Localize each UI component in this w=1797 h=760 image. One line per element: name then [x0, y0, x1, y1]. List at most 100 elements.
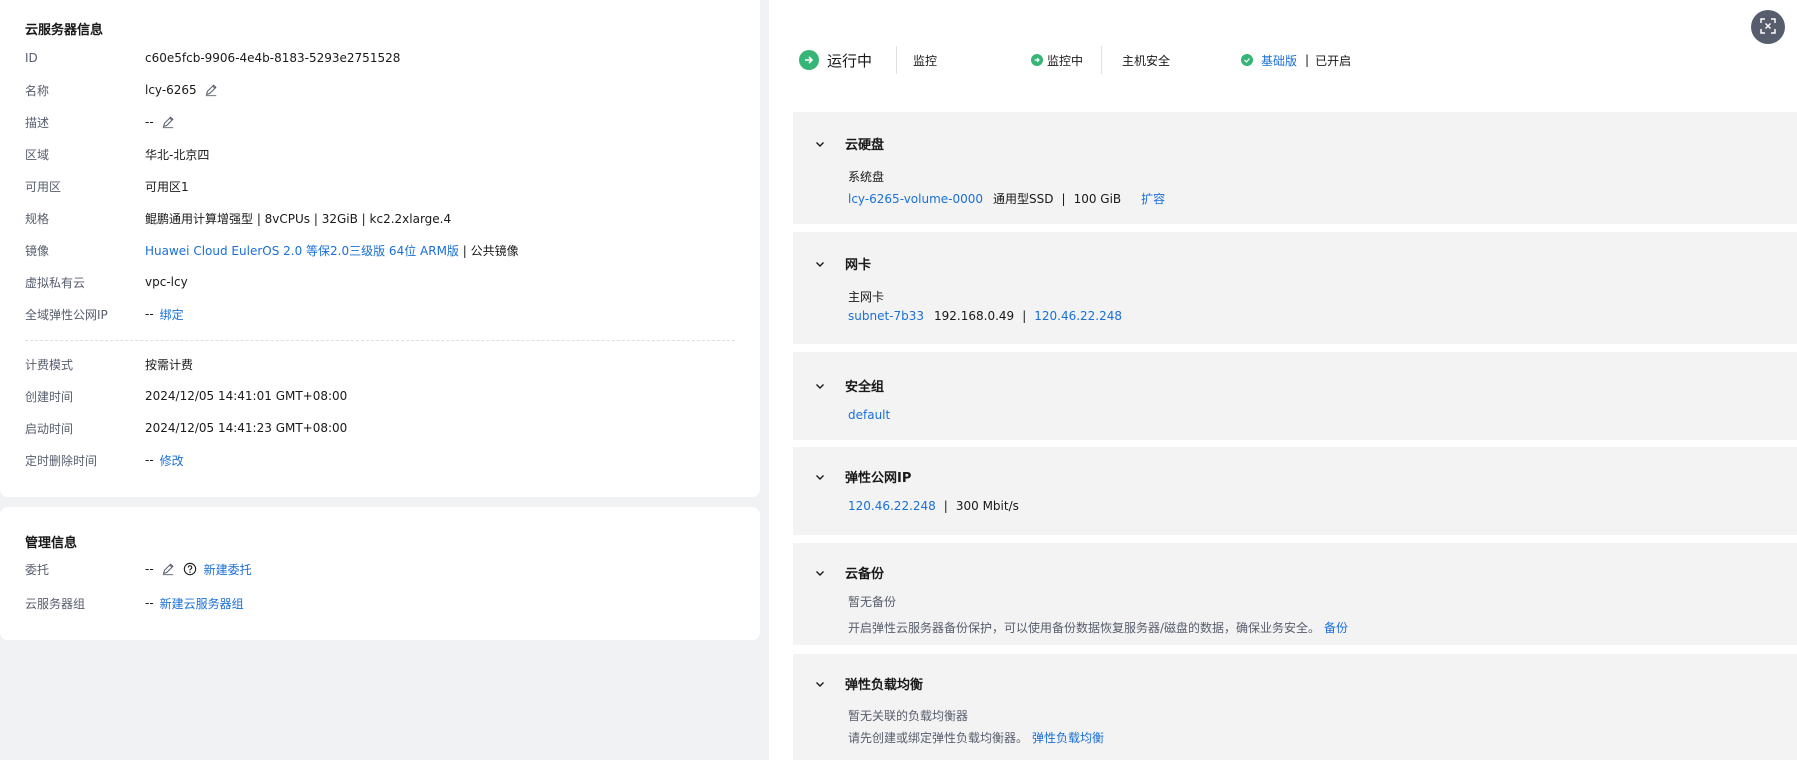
info-row-server-group: 云服务器组 -- 新建云服务器组 [25, 593, 244, 613]
pipe-separator: | [1305, 53, 1310, 67]
public-ip-link[interactable]: 120.46.22.248 [1034, 309, 1122, 323]
fullscreen-button[interactable] [1751, 10, 1785, 44]
backup-link[interactable]: 备份 [1324, 619, 1348, 636]
disk-type: 通用型SSD [993, 192, 1054, 206]
image-suffix: | 公共镜像 [458, 243, 519, 258]
row-label: 计费模式 [25, 357, 74, 372]
server-info-card: 云服务器信息 ID c60e5fcb-9906-4e4b-8183-5293e2… [0, 0, 760, 497]
info-row-vpc: 虚拟私有云 vpc-lcy [25, 272, 188, 292]
host-security-state: 已开启 [1315, 53, 1352, 68]
info-row-global-eip: 全域弹性公网IP -- 绑定 [25, 304, 184, 324]
section-title: 弹性公网IP [845, 471, 912, 486]
row-label: 全域弹性公网IP [25, 307, 108, 322]
host-security-edition-link[interactable]: 基础版 [1261, 52, 1297, 69]
row-label: 镜像 [25, 243, 50, 258]
info-row-id: ID c60e5fcb-9906-4e4b-8183-5293e2751528 [25, 48, 400, 68]
server-info-title: 云服务器信息 [25, 23, 104, 38]
nic-sub: 主网卡 [848, 290, 885, 304]
running-icon [799, 50, 819, 70]
info-row-desc: 描述 -- [25, 112, 176, 132]
divider [896, 46, 898, 74]
desc-wrap: -- [145, 114, 176, 130]
chevron-down-icon[interactable] [813, 257, 827, 271]
host-security-label: 主机安全 [1122, 53, 1171, 68]
delegate-value: -- [145, 562, 154, 576]
section-header[interactable]: 云备份 [813, 563, 884, 582]
chevron-down-icon[interactable] [813, 566, 827, 580]
info-row-name: 名称 lcy-6265 [25, 80, 219, 100]
info-row-region: 区域 华北-北京四 [25, 144, 209, 164]
section-header[interactable]: 安全组 [813, 376, 884, 395]
bind-link[interactable]: 绑定 [160, 306, 184, 323]
right-panel: 运行中 监控 监控中 主机安全 基础版 | 已开启 云硬盘 系统盘 lcy-62… [769, 0, 1797, 760]
az-value: 可用区1 [145, 179, 189, 194]
vpc-link[interactable]: vpc-lcy [145, 275, 188, 289]
elb-desc-line: 请先创建或绑定弹性负载均衡器。 弹性负载均衡 [848, 729, 1104, 746]
section-elb: 弹性负载均衡 暂无关联的负载均衡器 请先创建或绑定弹性负载均衡器。 弹性负载均衡 [793, 654, 1797, 760]
row-label: 云服务器组 [25, 596, 86, 611]
chevron-down-icon[interactable] [813, 677, 827, 691]
expand-link[interactable]: 扩容 [1141, 190, 1165, 207]
edit-icon[interactable] [160, 561, 176, 577]
pipe-separator: | [943, 499, 948, 513]
section-nic: 网卡 主网卡 subnet-7b33 192.168.0.49 | 120.46… [793, 232, 1797, 344]
server-name-wrap: lcy-6265 [145, 82, 219, 98]
backup-desc-line: 开启弹性云服务器备份保护，可以使用备份数据恢复服务器/磁盘的数据，确保业务安全。… [848, 619, 1348, 636]
management-title: 管理信息 [25, 536, 78, 551]
status-bar: 运行中 监控 监控中 主机安全 基础版 | 已开启 [799, 45, 1351, 75]
row-label: 启动时间 [25, 421, 74, 436]
server-group-value: -- [145, 596, 154, 610]
section-header[interactable]: 网卡 [813, 254, 871, 273]
elb-none: 暂无关联的负载均衡器 [848, 709, 969, 723]
row-label: 名称 [25, 83, 50, 98]
monitor-label: 监控 [913, 53, 938, 68]
section-header[interactable]: 弹性负载均衡 [813, 674, 923, 693]
info-row-scheduled-delete: 定时删除时间 -- 修改 [25, 450, 184, 470]
pipe-separator: | [1061, 191, 1066, 206]
pipe-separator: | [1022, 309, 1027, 323]
disk-line: lcy-6265-volume-0000 通用型SSD | 100 GiB 扩容 [848, 190, 1165, 207]
region-value: 华北-北京四 [145, 147, 210, 162]
backup-desc: 开启弹性云服务器备份保护，可以使用备份数据恢复服务器/磁盘的数据，确保业务安全。 [848, 621, 1321, 635]
private-ip: 192.168.0.49 [934, 309, 1015, 323]
elb-link[interactable]: 弹性负载均衡 [1032, 729, 1104, 746]
row-label: 可用区 [25, 179, 62, 194]
security-group-line: default [848, 408, 890, 422]
volume-link[interactable]: lcy-6265-volume-0000 [848, 192, 983, 206]
image-wrap: Huawei Cloud EulerOS 2.0 等保2.0三级版 64位 AR… [145, 242, 519, 259]
disk-sub: 系统盘 [848, 170, 885, 184]
section-header[interactable]: 弹性公网IP [813, 467, 911, 486]
chevron-down-icon[interactable] [813, 379, 827, 393]
eip-link[interactable]: 120.46.22.248 [848, 499, 936, 513]
chevron-down-icon[interactable] [813, 137, 827, 151]
monitor-status: 监控中 [1047, 53, 1084, 68]
flavor-value: 鲲鹏通用计算增强型 | 8vCPUs | 32GiB | kc2.2xlarge… [145, 211, 452, 226]
modify-link[interactable]: 修改 [160, 452, 184, 469]
info-row-delegate: 委托 -- 新建委托 [25, 559, 252, 579]
new-server-group-link[interactable]: 新建云服务器组 [160, 595, 244, 612]
info-row-flavor: 规格 鲲鹏通用计算增强型 | 8vCPUs | 32GiB | kc2.2xla… [25, 208, 451, 228]
info-row-az: 可用区 可用区1 [25, 176, 189, 196]
eip-bandwidth: 300 Mbit/s [955, 499, 1019, 513]
new-delegate-link[interactable]: 新建委托 [204, 561, 252, 578]
elb-desc: 请先创建或绑定弹性负载均衡器。 [848, 731, 1029, 745]
row-label: 区域 [25, 147, 50, 162]
section-disk: 云硬盘 系统盘 lcy-6265-volume-0000 通用型SSD | 10… [793, 112, 1797, 224]
section-header[interactable]: 云硬盘 [813, 134, 884, 153]
edit-icon[interactable] [203, 82, 219, 98]
security-group-link[interactable]: default [848, 408, 890, 422]
nic-line: subnet-7b33 192.168.0.49 | 120.46.22.248 [848, 309, 1122, 323]
row-label: 描述 [25, 115, 50, 130]
section-title: 云硬盘 [845, 138, 885, 153]
eip-line: 120.46.22.248 | 300 Mbit/s [848, 499, 1019, 513]
subnet-link[interactable]: subnet-7b33 [848, 309, 924, 323]
row-label: ID [25, 51, 38, 65]
check-circle-icon [1031, 54, 1044, 66]
chevron-down-icon[interactable] [813, 470, 827, 484]
row-label: 规格 [25, 211, 50, 226]
section-security-group: 安全组 default [793, 352, 1797, 440]
server-group-wrap: -- 新建云服务器组 [145, 595, 244, 612]
image-link[interactable]: Huawei Cloud EulerOS 2.0 等保2.0三级版 64位 AR… [145, 242, 459, 259]
edit-icon[interactable] [160, 114, 176, 130]
help-icon[interactable] [182, 561, 198, 577]
